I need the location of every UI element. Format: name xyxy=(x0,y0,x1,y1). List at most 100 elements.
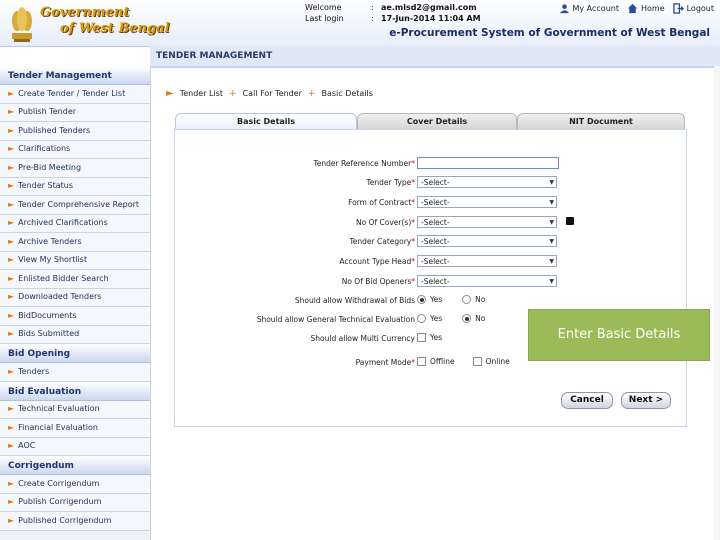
arrow-icon: ► xyxy=(8,292,15,302)
field-label: Should allow Multi Currency xyxy=(310,334,415,343)
select-value: -Select- xyxy=(421,218,450,227)
sidebar-item-label: Pre-Bid Meeting xyxy=(18,162,82,172)
sidebar-item-comprehensive-report[interactable]: ► Tender Comprehensive Report xyxy=(0,196,150,215)
select-value: -Select- xyxy=(421,277,450,286)
sidebar-item-aoc[interactable]: ► AOC xyxy=(0,437,150,456)
allow-withdrawal-radio-group: Yes No xyxy=(417,295,485,304)
sidebar-item-label: Financial Evaluation xyxy=(18,422,98,432)
allow-withdrawal-label: Should allow Withdrawal of Bids xyxy=(295,296,415,305)
sidebar-item-tenders[interactable]: ► Tenders xyxy=(0,363,150,382)
dropdown-arrow-icon: ▼ xyxy=(549,219,554,226)
sidebar-group-corrigendum[interactable]: Corrigendum xyxy=(0,456,150,475)
arrow-icon: ► xyxy=(8,236,15,246)
home-link[interactable]: Home xyxy=(627,3,665,14)
arrow-icon: ► xyxy=(8,329,15,339)
sidebar-item-publish-tender[interactable]: ► Publish Tender xyxy=(0,103,150,122)
sidebar-item-my-shortlist[interactable]: ► View My Shortlist xyxy=(0,251,150,270)
withdrawal-no-radio[interactable] xyxy=(462,295,472,304)
technical-evaluation-no-radio[interactable] xyxy=(462,314,472,323)
sidebar-item-bid-documents[interactable]: ► BidDocuments xyxy=(0,307,150,326)
tender-category-select[interactable]: -Select- ▼ xyxy=(417,235,557,247)
no-of-bid-openers-select[interactable]: -Select- ▼ xyxy=(417,275,557,287)
sidebar-item-clarifications[interactable]: ► Clarifications xyxy=(0,140,150,159)
scrollbar-track[interactable] xyxy=(714,66,720,540)
breadcrumb-tender-list[interactable]: Tender List xyxy=(180,89,223,98)
field-label: Should allow General Technical Evaluatio… xyxy=(256,315,415,324)
field-label: Tender Category xyxy=(349,237,412,246)
logout-link[interactable]: Logout xyxy=(672,3,714,14)
breadcrumb-basic-details: Basic Details xyxy=(321,89,373,98)
sidebar-item-published-corrigendum[interactable]: ► Published Corrigendum xyxy=(0,512,150,531)
required-marker: * xyxy=(411,159,415,168)
arrow-icon: ► xyxy=(8,144,15,154)
account-type-head-select[interactable]: -Select- ▼ xyxy=(417,255,557,267)
select-value: -Select- xyxy=(421,257,450,266)
sidebar-item-label: Archive Tenders xyxy=(18,236,82,246)
select-value: -Select- xyxy=(421,237,450,246)
sidebar-item-downloaded-tenders[interactable]: ► Downloaded Tenders xyxy=(0,288,150,307)
tender-type-select[interactable]: -Select- ▼ xyxy=(417,176,557,188)
multi-currency-yes-checkbox[interactable] xyxy=(417,333,426,342)
tender-reference-input[interactable] xyxy=(417,157,559,169)
last-login-colon: : xyxy=(371,14,374,23)
sidebar-item-technical-evaluation[interactable]: ► Technical Evaluation xyxy=(0,400,150,419)
radio-label: No xyxy=(475,295,486,304)
sidebar-item-label: Tender Status xyxy=(18,181,73,191)
arrow-icon: ► xyxy=(8,404,15,414)
home-icon xyxy=(627,3,638,14)
sidebar-item-archived-clarifications[interactable]: ► Archived Clarifications xyxy=(0,214,150,233)
radio-label: Yes xyxy=(430,314,443,323)
payment-offline-checkbox[interactable] xyxy=(417,357,426,366)
sidebar-item-tender-status[interactable]: ► Tender Status xyxy=(0,177,150,196)
general-technical-evaluation-label: Should allow General Technical Evaluatio… xyxy=(257,315,415,324)
logout-label: Logout xyxy=(686,4,714,13)
payment-online-checkbox[interactable] xyxy=(472,357,482,366)
sidebar-item-label: View My Shortlist xyxy=(18,255,88,265)
brand-name: Government of West Bengal xyxy=(40,5,170,37)
form-row-no-of-covers: No Of Cover(s)* -Select- ▼ xyxy=(175,215,686,233)
radio-label: No xyxy=(475,314,486,323)
cancel-button[interactable]: Cancel xyxy=(561,392,613,409)
cover-info-icon[interactable] xyxy=(566,217,574,225)
sidebar-item-pre-bid-meeting[interactable]: ► Pre-Bid Meeting xyxy=(0,159,150,178)
sidebar-group-bid-opening[interactable]: Bid Opening xyxy=(0,344,150,363)
field-label: Should allow Withdrawal of Bids xyxy=(294,296,415,305)
brand-line-1: Government xyxy=(40,5,130,20)
arrow-icon: ► xyxy=(8,310,15,320)
form-row-form-of-contract: Form of Contract* -Select- ▼ xyxy=(175,195,686,213)
select-value: -Select- xyxy=(421,178,450,187)
form-of-contract-select[interactable]: -Select- ▼ xyxy=(417,196,557,208)
step-overlay-label: Enter Basic Details xyxy=(528,309,710,361)
tab-basic-details[interactable]: Basic Details xyxy=(175,113,357,130)
multi-currency-checkbox-group: Yes xyxy=(417,333,442,342)
sidebar-item-archive-tenders[interactable]: ► Archive Tenders xyxy=(0,233,150,252)
withdrawal-yes-radio[interactable] xyxy=(417,295,426,304)
next-button[interactable]: Next > xyxy=(621,392,671,409)
no-of-covers-select[interactable]: -Select- ▼ xyxy=(417,216,557,228)
sidebar-item-label: AOC xyxy=(18,441,36,451)
sidebar-item-label: Bids Submitted xyxy=(18,329,80,339)
government-logo[interactable]: Government of West Bengal xyxy=(4,2,170,44)
arrow-icon: ► xyxy=(8,218,15,228)
required-marker: * xyxy=(411,218,415,227)
sidebar-item-enlisted-bidder-search[interactable]: ► Enlisted Bidder Search xyxy=(0,270,150,289)
sidebar-group-bid-evaluation[interactable]: Bid Evaluation xyxy=(0,381,150,401)
no-of-covers-label: No Of Cover(s)* xyxy=(356,218,415,227)
my-account-link[interactable]: My Account xyxy=(559,3,619,14)
sidebar-item-published-tenders[interactable]: ► Published Tenders xyxy=(0,122,150,141)
sidebar-item-bids-submitted[interactable]: ► Bids Submitted xyxy=(0,325,150,344)
sidebar-item-create-corrigendum[interactable]: ► Create Corrigendum xyxy=(0,475,150,494)
checkbox-label: Online xyxy=(485,357,510,366)
sidebar-item-publish-corrigendum[interactable]: ► Publish Corrigendum xyxy=(0,493,150,512)
state-emblem-icon xyxy=(12,7,32,42)
system-title: e-Procurement System of Government of We… xyxy=(389,27,710,39)
field-label: Tender Type xyxy=(366,178,412,187)
breadcrumb-call-for-tender[interactable]: Call For Tender xyxy=(243,89,302,98)
form-row-account-type-head: Account Type Head* -Select- ▼ xyxy=(175,254,686,272)
sidebar-item-financial-evaluation[interactable]: ► Financial Evaluation xyxy=(0,419,150,438)
sidebar-item-label: Archived Clarifications xyxy=(18,218,108,228)
sidebar-item-create-tender[interactable]: ► Create Tender / Tender List xyxy=(0,85,150,104)
form-row-no-of-bid-openers: No Of Bid Openers* -Select- ▼ xyxy=(175,274,686,292)
technical-evaluation-yes-radio[interactable] xyxy=(417,314,426,323)
sidebar-group-tender-management[interactable]: Tender Management xyxy=(0,66,150,85)
